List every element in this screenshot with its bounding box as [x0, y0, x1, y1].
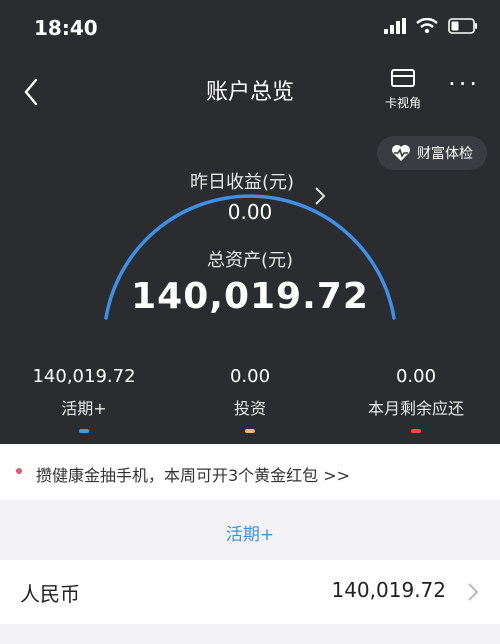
promo-banner[interactable]: 攒健康金抽手机，本周可开3个黄金红包 >> [0, 444, 500, 500]
stat-investment[interactable]: 0.00 投资 [170, 366, 330, 433]
stat-repayment[interactable]: 0.00 本月剩余应还 [336, 366, 496, 433]
stat-indicator [79, 429, 89, 433]
stat-indicator [411, 429, 421, 433]
promo-text: 攒健康金抽手机，本周可开3个黄金红包 >> [36, 466, 351, 485]
stat-value: 0.00 [395, 366, 437, 387]
section-header: 活期+ [0, 500, 500, 560]
yesterday-earnings-value: 0.00 [227, 200, 273, 224]
currency-value: 140,019.72 [331, 578, 446, 602]
stat-indicator [245, 429, 255, 433]
stat-current[interactable]: 140,019.72 活期+ [4, 366, 164, 433]
stat-label: 本月剩余应还 [367, 399, 464, 418]
total-assets-value: 140,019.72 [131, 276, 369, 317]
stat-value: 0.00 [229, 366, 271, 387]
section-title: 活期+ [225, 525, 275, 545]
currency-row[interactable]: 人民币 140,019.72 [0, 560, 500, 624]
stat-value: 140,019.72 [32, 366, 136, 387]
yesterday-earnings-label[interactable]: 昨日收益(元) [190, 168, 294, 194]
stat-label: 活期+ [61, 399, 107, 418]
currency-label: 人民币 [20, 582, 80, 606]
total-assets-label: 总资产(元) [206, 250, 294, 271]
chevron-right-icon [468, 583, 479, 601]
promo-dot [16, 468, 22, 474]
stat-label: 投资 [233, 399, 266, 418]
